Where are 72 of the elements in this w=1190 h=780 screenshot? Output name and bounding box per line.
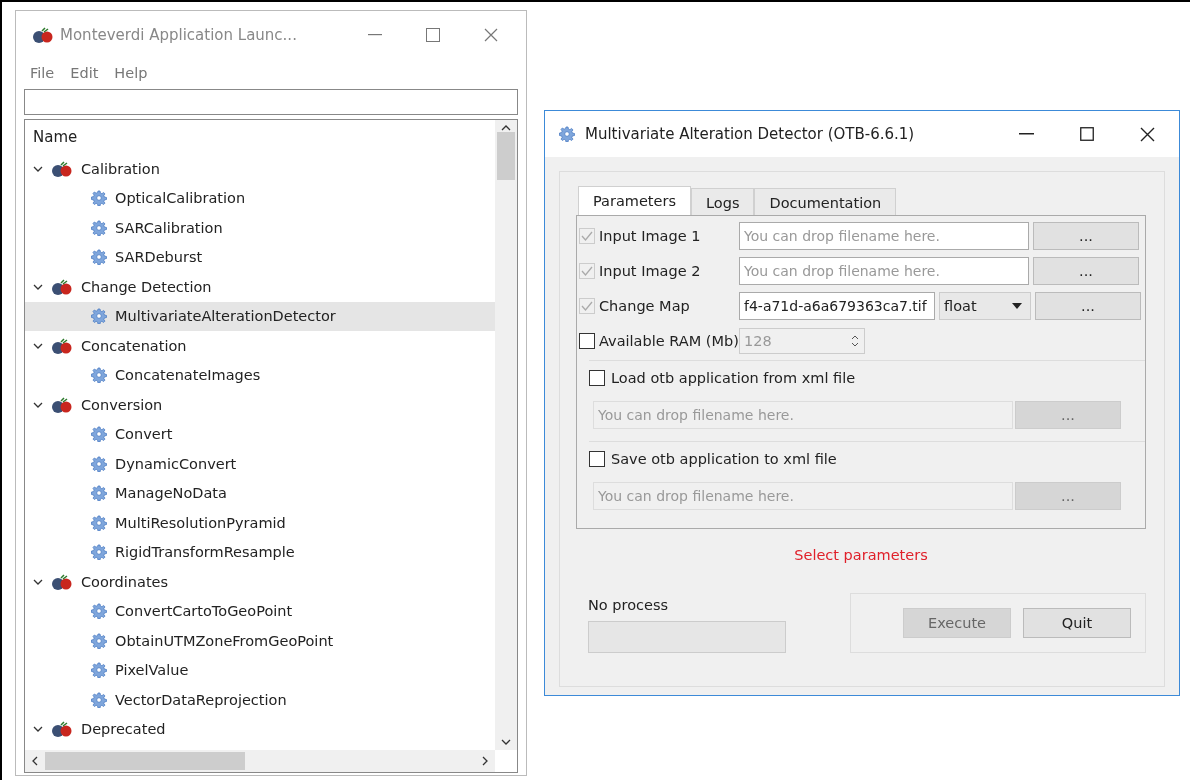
tree-item[interactable]: MultivariateAlterationDetector <box>25 301 495 331</box>
search-field[interactable] <box>24 89 518 115</box>
menu-item[interactable]: File <box>30 65 55 81</box>
gear-icon <box>91 691 107 708</box>
group-label: Save otb application to xml file <box>611 451 837 467</box>
parameter-label: Input Image 1 <box>599 227 702 244</box>
gear-icon <box>91 632 107 649</box>
tree-category[interactable]: Change Detection <box>81 278 212 295</box>
gear-icon <box>91 367 107 384</box>
tab[interactable]: Parameters <box>578 186 691 215</box>
logo-icon <box>51 337 73 354</box>
gear-icon <box>91 219 107 236</box>
gear-icon <box>91 455 107 472</box>
group-label: Load otb application from xml file <box>611 370 856 386</box>
window-title: Multivariate Alteration Detector (OTB-6.6.1) <box>585 125 916 143</box>
app-gear-icon <box>559 126 575 142</box>
caret-icon[interactable] <box>1012 302 1022 309</box>
tree-item[interactable]: SARCalibration <box>25 213 495 243</box>
logo-icon <box>51 573 73 590</box>
tree-item[interactable]: MultiResolutionPyramid <box>25 508 495 538</box>
window-title: Monteverdi Application Launc... <box>60 26 298 44</box>
gear-icon <box>91 426 107 443</box>
gear-icon <box>91 544 107 561</box>
gear-icon <box>91 662 107 679</box>
tree-item[interactable]: OpticalCalibration <box>25 183 495 213</box>
tree-item[interactable]: ManageNoData <box>25 478 495 508</box>
checkbox[interactable] <box>589 451 605 467</box>
gear-icon <box>91 249 107 266</box>
tree-item[interactable]: VectorDataReprojection <box>25 685 495 715</box>
menu-item[interactable]: Help <box>114 65 148 81</box>
tree-category[interactable]: Calibration <box>81 160 160 177</box>
tree-item[interactable]: ConcatenateImages <box>25 360 495 390</box>
gear-icon <box>91 190 107 207</box>
logo-icon <box>51 278 73 295</box>
tree-item[interactable]: RigidTransformResample <box>25 537 495 567</box>
checkbox[interactable] <box>589 370 605 386</box>
tree-category[interactable]: Deprecated <box>81 721 166 738</box>
tree-item[interactable]: DynamicConvert <box>25 449 495 479</box>
scroll-thumb[interactable] <box>497 132 515 180</box>
tree-item[interactable]: ConvertCartoToGeoPoint <box>25 596 495 626</box>
minimize-icon[interactable] <box>368 34 382 36</box>
tree-category[interactable]: Coordinates <box>81 573 169 590</box>
vertical-scrollbar[interactable] <box>495 120 517 750</box>
gear-icon <box>91 514 107 531</box>
logo-icon <box>51 721 73 738</box>
gear-icon <box>91 308 107 325</box>
gear-icon <box>91 485 107 502</box>
tab[interactable]: Logs <box>691 188 755 215</box>
tab[interactable]: Documentation <box>754 188 897 215</box>
tree-category[interactable]: Conversion <box>81 396 163 413</box>
column-header: Name <box>32 128 79 148</box>
horizontal-scrollbar[interactable] <box>25 750 495 772</box>
tree-item[interactable]: SARDeburst <box>25 242 495 272</box>
logo-icon <box>51 160 73 177</box>
menu-item[interactable]: Edit <box>70 65 99 81</box>
tree-item[interactable]: ObtainUTMZoneFromGeoPoint <box>25 626 495 656</box>
tree-category[interactable]: Concatenation <box>81 337 187 354</box>
tree-item[interactable]: Convert <box>25 419 495 449</box>
action-button[interactable]: Quit <box>1023 608 1131 638</box>
minimize-icon[interactable] <box>1019 133 1034 135</box>
checkbox[interactable] <box>579 332 595 349</box>
parameter-label: Change Map <box>599 297 691 314</box>
scroll-thumb[interactable] <box>45 752 245 770</box>
status-message: Select parameters <box>794 547 928 563</box>
maximize-icon[interactable] <box>1080 127 1094 141</box>
gear-icon <box>91 603 107 620</box>
parameter-label: Input Image 2 <box>599 262 702 279</box>
close-icon[interactable] <box>1140 126 1155 142</box>
tree-item[interactable]: PixelValue <box>25 655 495 685</box>
progress-label: No process <box>588 597 670 613</box>
logo-icon <box>51 396 73 413</box>
logo-icon <box>32 27 54 43</box>
